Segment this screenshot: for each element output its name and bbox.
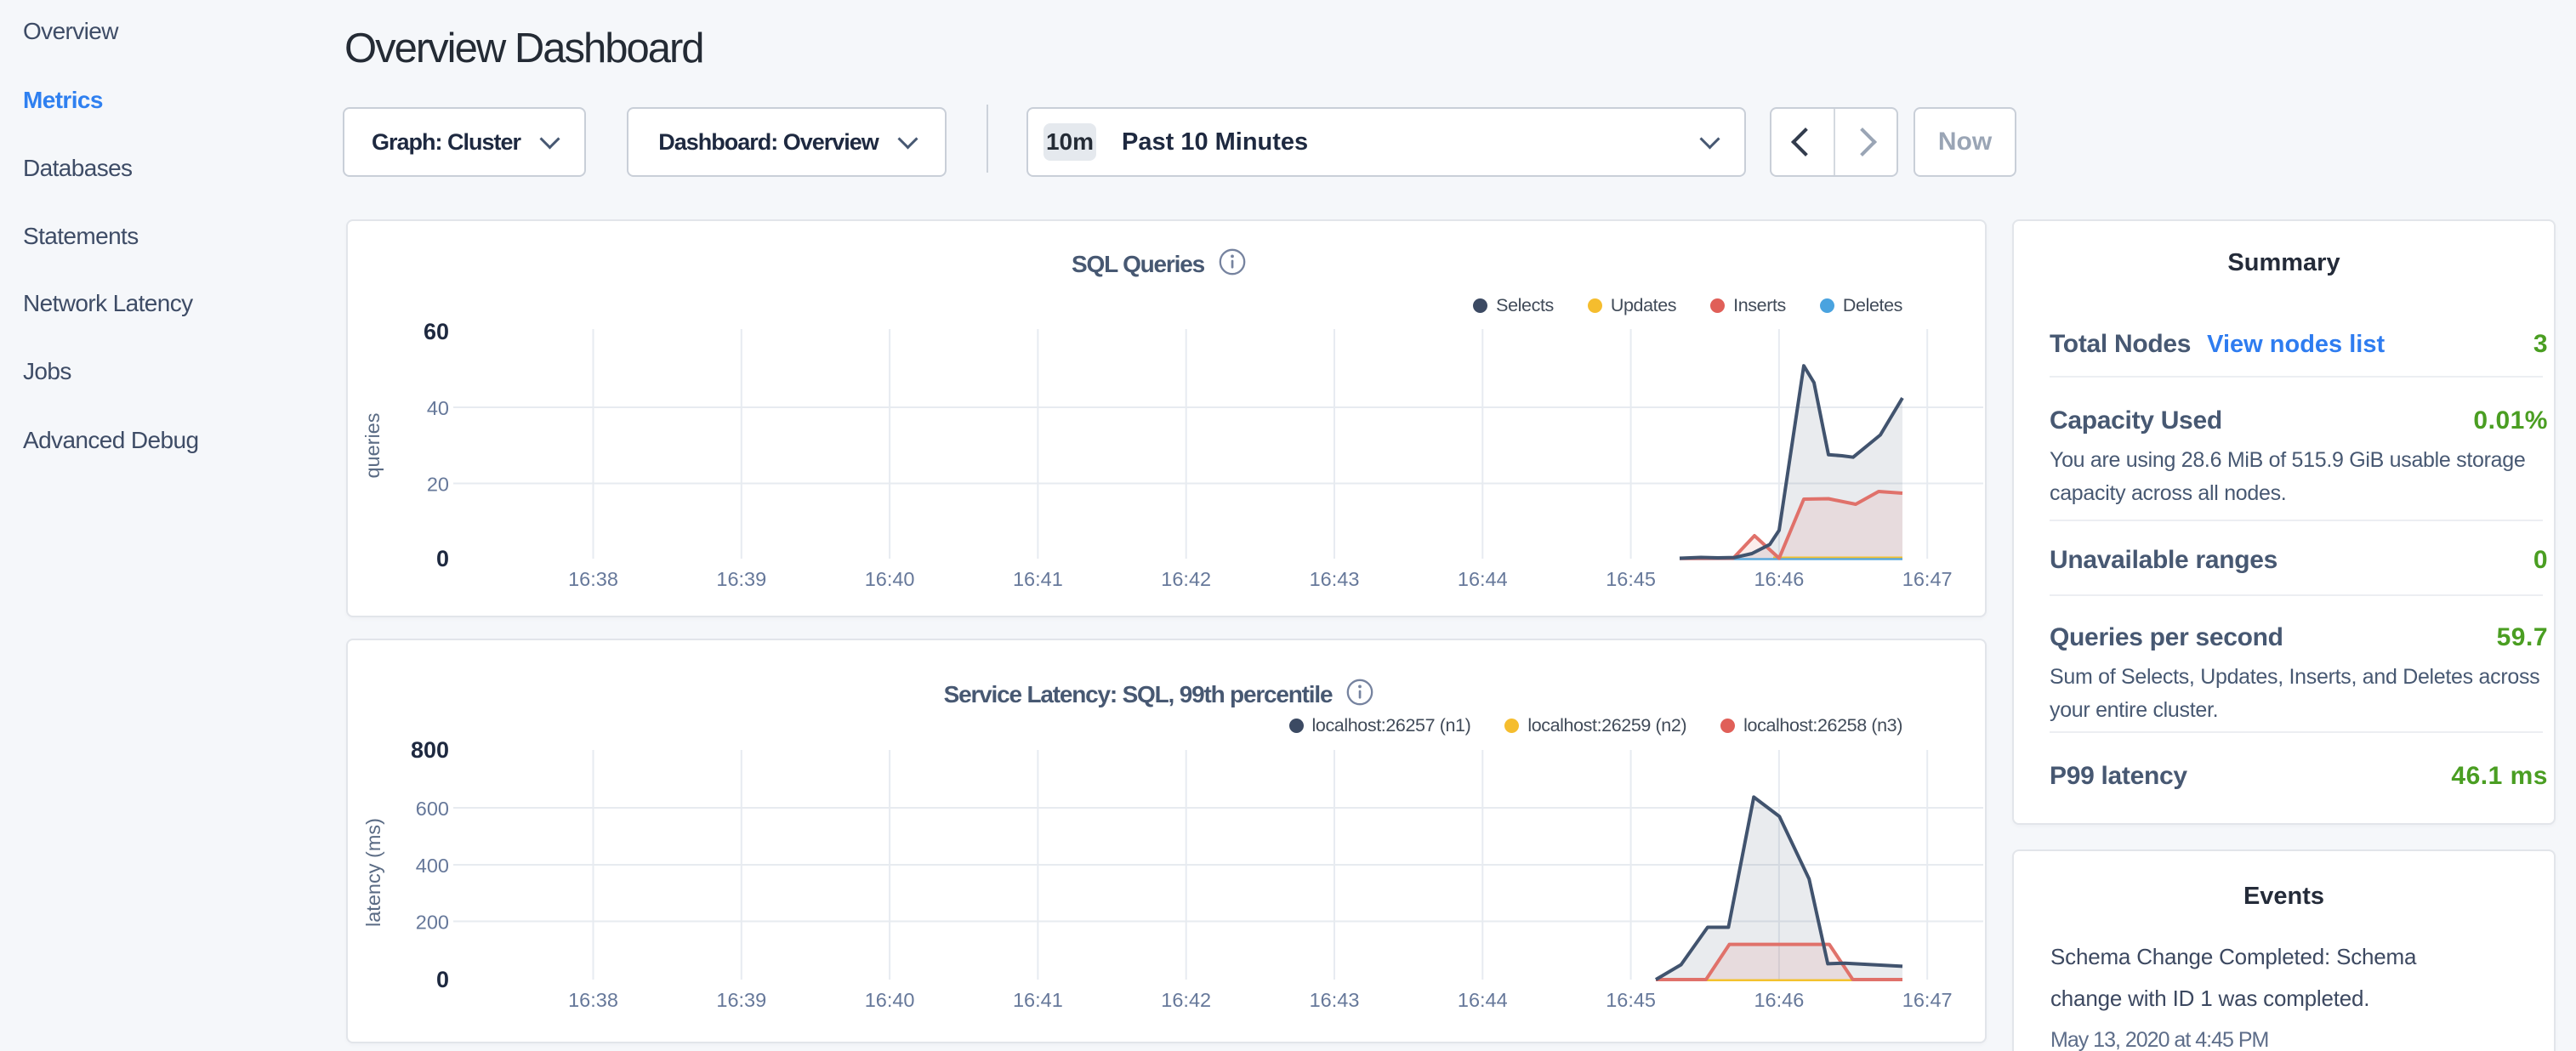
svg-text:16:39: 16:39 <box>716 989 766 1011</box>
svg-text:16:42: 16:42 <box>1161 568 1211 590</box>
svg-text:16:43: 16:43 <box>1310 568 1360 590</box>
svg-text:40: 40 <box>427 397 449 419</box>
svg-text:0: 0 <box>436 967 449 992</box>
svg-text:16:38: 16:38 <box>568 989 618 1011</box>
svg-text:20: 20 <box>427 474 449 496</box>
svg-text:800: 800 <box>411 737 449 763</box>
svg-text:16:43: 16:43 <box>1310 989 1360 1011</box>
svg-text:60: 60 <box>424 319 449 344</box>
svg-text:queries: queries <box>361 412 384 478</box>
svg-text:16:45: 16:45 <box>1606 989 1656 1011</box>
svg-text:16:46: 16:46 <box>1754 568 1804 590</box>
svg-text:16:38: 16:38 <box>568 568 618 590</box>
svg-text:16:41: 16:41 <box>1013 568 1063 590</box>
svg-text:16:44: 16:44 <box>1458 989 1508 1011</box>
svg-text:200: 200 <box>416 912 449 934</box>
svg-text:16:45: 16:45 <box>1606 568 1656 590</box>
svg-text:16:40: 16:40 <box>865 568 915 590</box>
svg-text:latency (ms): latency (ms) <box>362 818 384 927</box>
svg-text:0: 0 <box>436 546 449 571</box>
svg-text:16:41: 16:41 <box>1013 989 1063 1011</box>
svg-text:16:39: 16:39 <box>716 568 766 590</box>
svg-text:16:40: 16:40 <box>865 989 915 1011</box>
svg-text:400: 400 <box>416 855 449 877</box>
svg-text:600: 600 <box>416 798 449 820</box>
svg-text:16:44: 16:44 <box>1458 568 1508 590</box>
svg-text:16:46: 16:46 <box>1754 989 1804 1011</box>
svg-text:16:47: 16:47 <box>1902 568 1953 590</box>
svg-text:16:47: 16:47 <box>1902 989 1953 1011</box>
svg-text:16:42: 16:42 <box>1161 989 1211 1011</box>
